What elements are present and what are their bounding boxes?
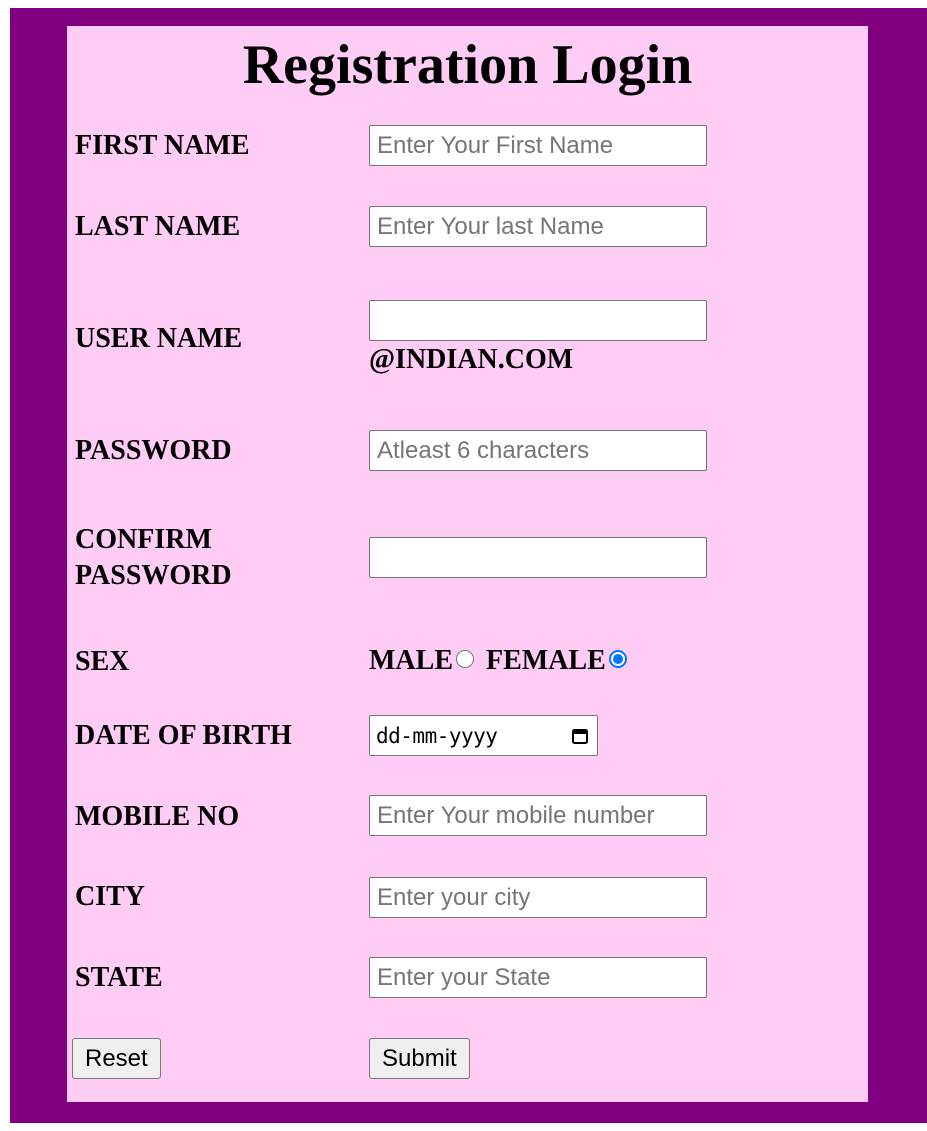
reset-button[interactable]: Reset	[72, 1038, 161, 1079]
last-name-label: LAST NAME	[75, 211, 241, 242]
date-of-birth-label: DATE OF BIRTH	[75, 720, 292, 751]
state-input[interactable]	[369, 957, 707, 998]
user-name-label: USER NAME	[75, 323, 243, 354]
mobile-no-label: MOBILE NO	[75, 801, 240, 832]
password-input[interactable]	[369, 430, 707, 471]
date-of-birth-input[interactable]: dd-mm-yyyy	[369, 715, 598, 756]
password-label: PASSWORD	[75, 435, 232, 466]
user-name-input[interactable]	[369, 300, 707, 341]
female-radio[interactable]	[608, 650, 627, 668]
male-radio[interactable]	[456, 650, 474, 668]
sex-label: SEX	[75, 646, 130, 677]
page-title: Registration Login	[242, 34, 693, 96]
city-input[interactable]	[369, 877, 707, 918]
confirm-password-input[interactable]	[369, 537, 707, 578]
calendar-icon[interactable]	[571, 727, 589, 745]
date-placeholder: dd-mm-yyyy	[376, 723, 498, 748]
confirm-password-label-line1: CONFIRM	[75, 524, 212, 555]
sex-radio-group: MALE FEMALE	[369, 643, 631, 679]
first-name-label: FIRST NAME	[75, 130, 250, 161]
female-option-label: FEMALE	[486, 645, 606, 676]
confirm-password-label-line2: PASSWORD	[75, 560, 232, 591]
first-name-input[interactable]	[369, 125, 707, 166]
submit-button[interactable]: Submit	[369, 1038, 470, 1079]
last-name-input[interactable]	[369, 206, 707, 247]
mobile-no-input[interactable]	[369, 795, 707, 836]
city-label: CITY	[75, 881, 146, 912]
male-option-label: MALE	[369, 645, 453, 676]
state-label: STATE	[75, 962, 163, 993]
user-name-domain-suffix: @INDIAN.COM	[369, 344, 574, 375]
